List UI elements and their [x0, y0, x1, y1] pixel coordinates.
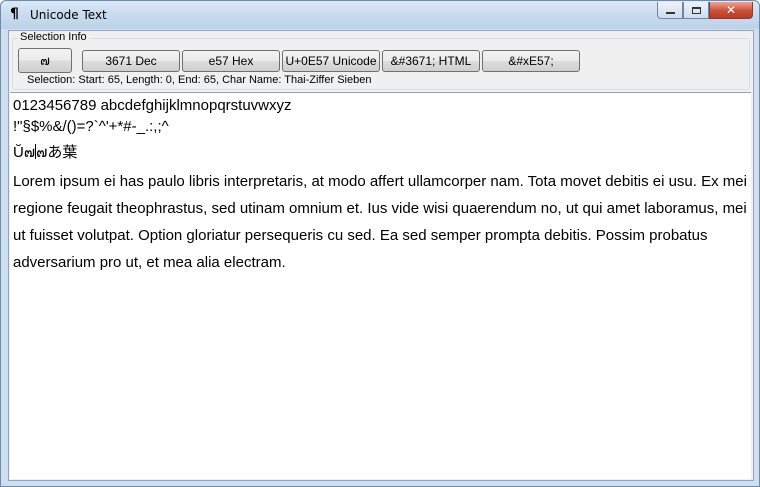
hex-button[interactable]: e57 Hex — [182, 50, 280, 72]
client-area: Selection Info ๗ 3671 Dec e57 Hex U+0E57… — [8, 30, 754, 481]
maximize-button[interactable] — [683, 2, 709, 19]
html-entity-button[interactable]: &#3671; HTML — [382, 50, 480, 72]
close-icon: ✕ — [725, 3, 737, 17]
minimize-icon — [665, 12, 675, 14]
pilcrow-icon: ¶ — [10, 6, 19, 22]
unicode-text-after-caret: ๗あ葉 — [36, 144, 78, 161]
text-editor[interactable]: 0123456789 abcdefghijklmnopqrstuvwxyz !"… — [10, 92, 751, 479]
char-preview-button[interactable]: ๗ — [18, 48, 72, 73]
minimize-button[interactable] — [657, 2, 683, 19]
editor-line-digits: 0123456789 abcdefghijklmnopqrstuvwxyz — [13, 97, 292, 114]
unicode-text-before-caret: Ŭ๗ — [13, 144, 36, 161]
app-window: ¶ Unicode Text ✕ Selection Info ๗ 3671 D… — [0, 0, 760, 487]
html-hex-entity-button[interactable]: &#xE57; — [482, 50, 580, 72]
selection-status: Selection: Start: 65, Length: 0, End: 65… — [27, 74, 372, 86]
maximize-icon — [691, 6, 701, 14]
selection-info-group: Selection Info ๗ 3671 Dec e57 Hex U+0E57… — [12, 31, 750, 90]
selection-info-label: Selection Info — [18, 31, 89, 43]
editor-paragraph: Lorem ipsum ei has paulo libris interpre… — [13, 173, 747, 271]
editor-line-symbols: !"§$%&/()=?`^'+*#-_.:,;^ — [13, 118, 169, 135]
close-button[interactable]: ✕ — [709, 2, 753, 19]
window-title: Unicode Text — [30, 8, 107, 22]
decimal-button[interactable]: 3671 Dec — [82, 50, 180, 72]
title-bar[interactable]: ¶ Unicode Text ✕ — [1, 1, 759, 29]
unicode-button[interactable]: U+0E57 Unicode — [282, 50, 380, 72]
editor-line-unicode: Ŭ๗๗あ葉 — [13, 140, 77, 164]
window-controls: ✕ — [657, 2, 753, 20]
